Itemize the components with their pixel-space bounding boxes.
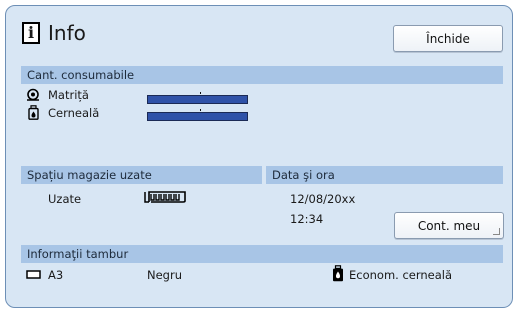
info-panel: i Info Închide Cant. consumabile Matriță… — [5, 5, 513, 308]
master-level-marker — [200, 92, 201, 94]
drum-color-value: Negru — [147, 268, 182, 282]
disposal-label: Uzate — [48, 192, 82, 206]
master-level-bar — [147, 95, 248, 104]
close-button[interactable]: Închide — [393, 25, 503, 52]
datetime-header: Data şi ora — [266, 166, 503, 184]
my-account-button[interactable]: Cont. meu — [394, 212, 504, 239]
consumables-header: Cant. consumabile — [21, 66, 503, 84]
master-roll-icon — [27, 88, 39, 101]
info-icon: i — [22, 22, 40, 44]
ink-saving-label: Econom. cerneală — [349, 268, 453, 282]
disposal-box-icon — [144, 191, 186, 203]
date-value: 12/08/20xx — [290, 192, 356, 206]
disposal-header: Spațiu magazie uzate — [21, 166, 262, 184]
paper-size-icon — [26, 270, 41, 279]
paper-size-value: A3 — [48, 268, 64, 282]
ink-save-icon — [333, 265, 343, 282]
drum-header: Informaţii tambur — [21, 245, 503, 263]
ink-level-bar — [147, 112, 248, 121]
my-account-button-label: Cont. meu — [417, 218, 481, 233]
time-value: 12:34 — [290, 212, 324, 226]
ink-bottle-icon — [28, 105, 39, 120]
master-label: Matriță — [48, 88, 89, 102]
corner-grip-icon — [493, 228, 500, 235]
master-level-fill — [148, 96, 247, 103]
ink-label: Cerneală — [48, 106, 100, 120]
ink-level-fill — [148, 113, 247, 120]
close-button-label: Închide — [426, 31, 470, 46]
ink-level-marker — [200, 109, 201, 111]
page-title: Info — [48, 21, 86, 45]
